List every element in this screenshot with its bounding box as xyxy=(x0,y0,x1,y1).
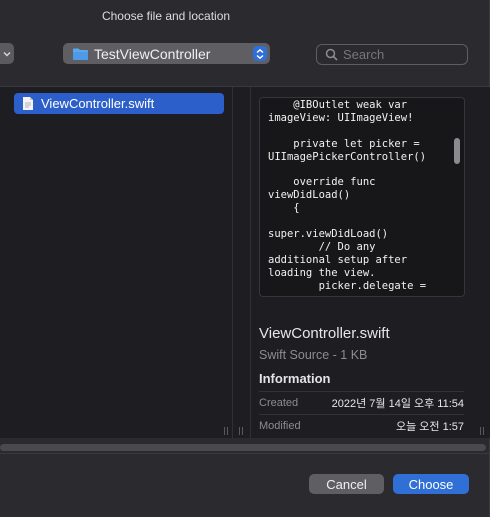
search-input[interactable] xyxy=(343,47,453,62)
info-key: Modified xyxy=(259,419,301,432)
code-text: collection: [UIImageView]! @IBOutlet wea… xyxy=(268,98,427,292)
choose-button[interactable]: Choose xyxy=(393,474,469,494)
file-item-viewcontroller[interactable]: ViewController.swift xyxy=(14,93,224,114)
info-row-modified: Modified 오늘 오전 1:57 xyxy=(259,414,464,436)
dialog-title: Choose file and location xyxy=(101,9,231,23)
footer-divider xyxy=(0,453,490,454)
horizontal-scroll-thumb[interactable] xyxy=(0,444,486,451)
info-heading: Information xyxy=(259,371,331,386)
popup-stepper-icon xyxy=(253,46,267,61)
preview-pane: collection: [UIImageView]! @IBOutlet wea… xyxy=(250,87,490,439)
document-icon xyxy=(23,97,33,110)
column-resize-handle[interactable] xyxy=(478,427,486,437)
code-preview[interactable]: collection: [UIImageView]! @IBOutlet wea… xyxy=(259,97,465,297)
file-column: ViewController.swift xyxy=(0,87,232,439)
column-resize-handle[interactable] xyxy=(222,427,230,437)
location-label: TestViewController xyxy=(94,45,211,62)
preview-file-kind: Swift Source - 1 KB xyxy=(259,348,368,362)
info-key: Created xyxy=(259,396,299,409)
folder-icon xyxy=(72,47,89,61)
search-icon xyxy=(325,48,338,61)
file-name: ViewController.swift xyxy=(41,96,155,111)
code-scrollbar[interactable] xyxy=(454,138,460,164)
file-browser: ViewController.swift collection: [UIImag… xyxy=(0,86,490,439)
preview-file-name: ViewController.swift xyxy=(259,325,390,342)
info-row-created: Created 2022년 7월 14일 오후 11:54 xyxy=(259,391,464,413)
cancel-button[interactable]: Cancel xyxy=(309,474,384,494)
file-chooser-dialog: Choose file and location TestViewControl… xyxy=(0,0,490,517)
horizontal-scrollbar[interactable] xyxy=(0,441,490,452)
info-value: 오늘 오전 1:57 xyxy=(395,420,464,433)
search-field[interactable] xyxy=(316,44,468,65)
column-resize-handle[interactable] xyxy=(237,427,245,437)
info-value: 2022년 7월 14일 오후 11:54 xyxy=(331,397,464,410)
column-divider xyxy=(232,87,233,439)
location-popup[interactable]: TestViewController xyxy=(63,43,270,64)
view-options-button[interactable] xyxy=(0,43,14,64)
chevron-down-icon xyxy=(3,51,11,56)
